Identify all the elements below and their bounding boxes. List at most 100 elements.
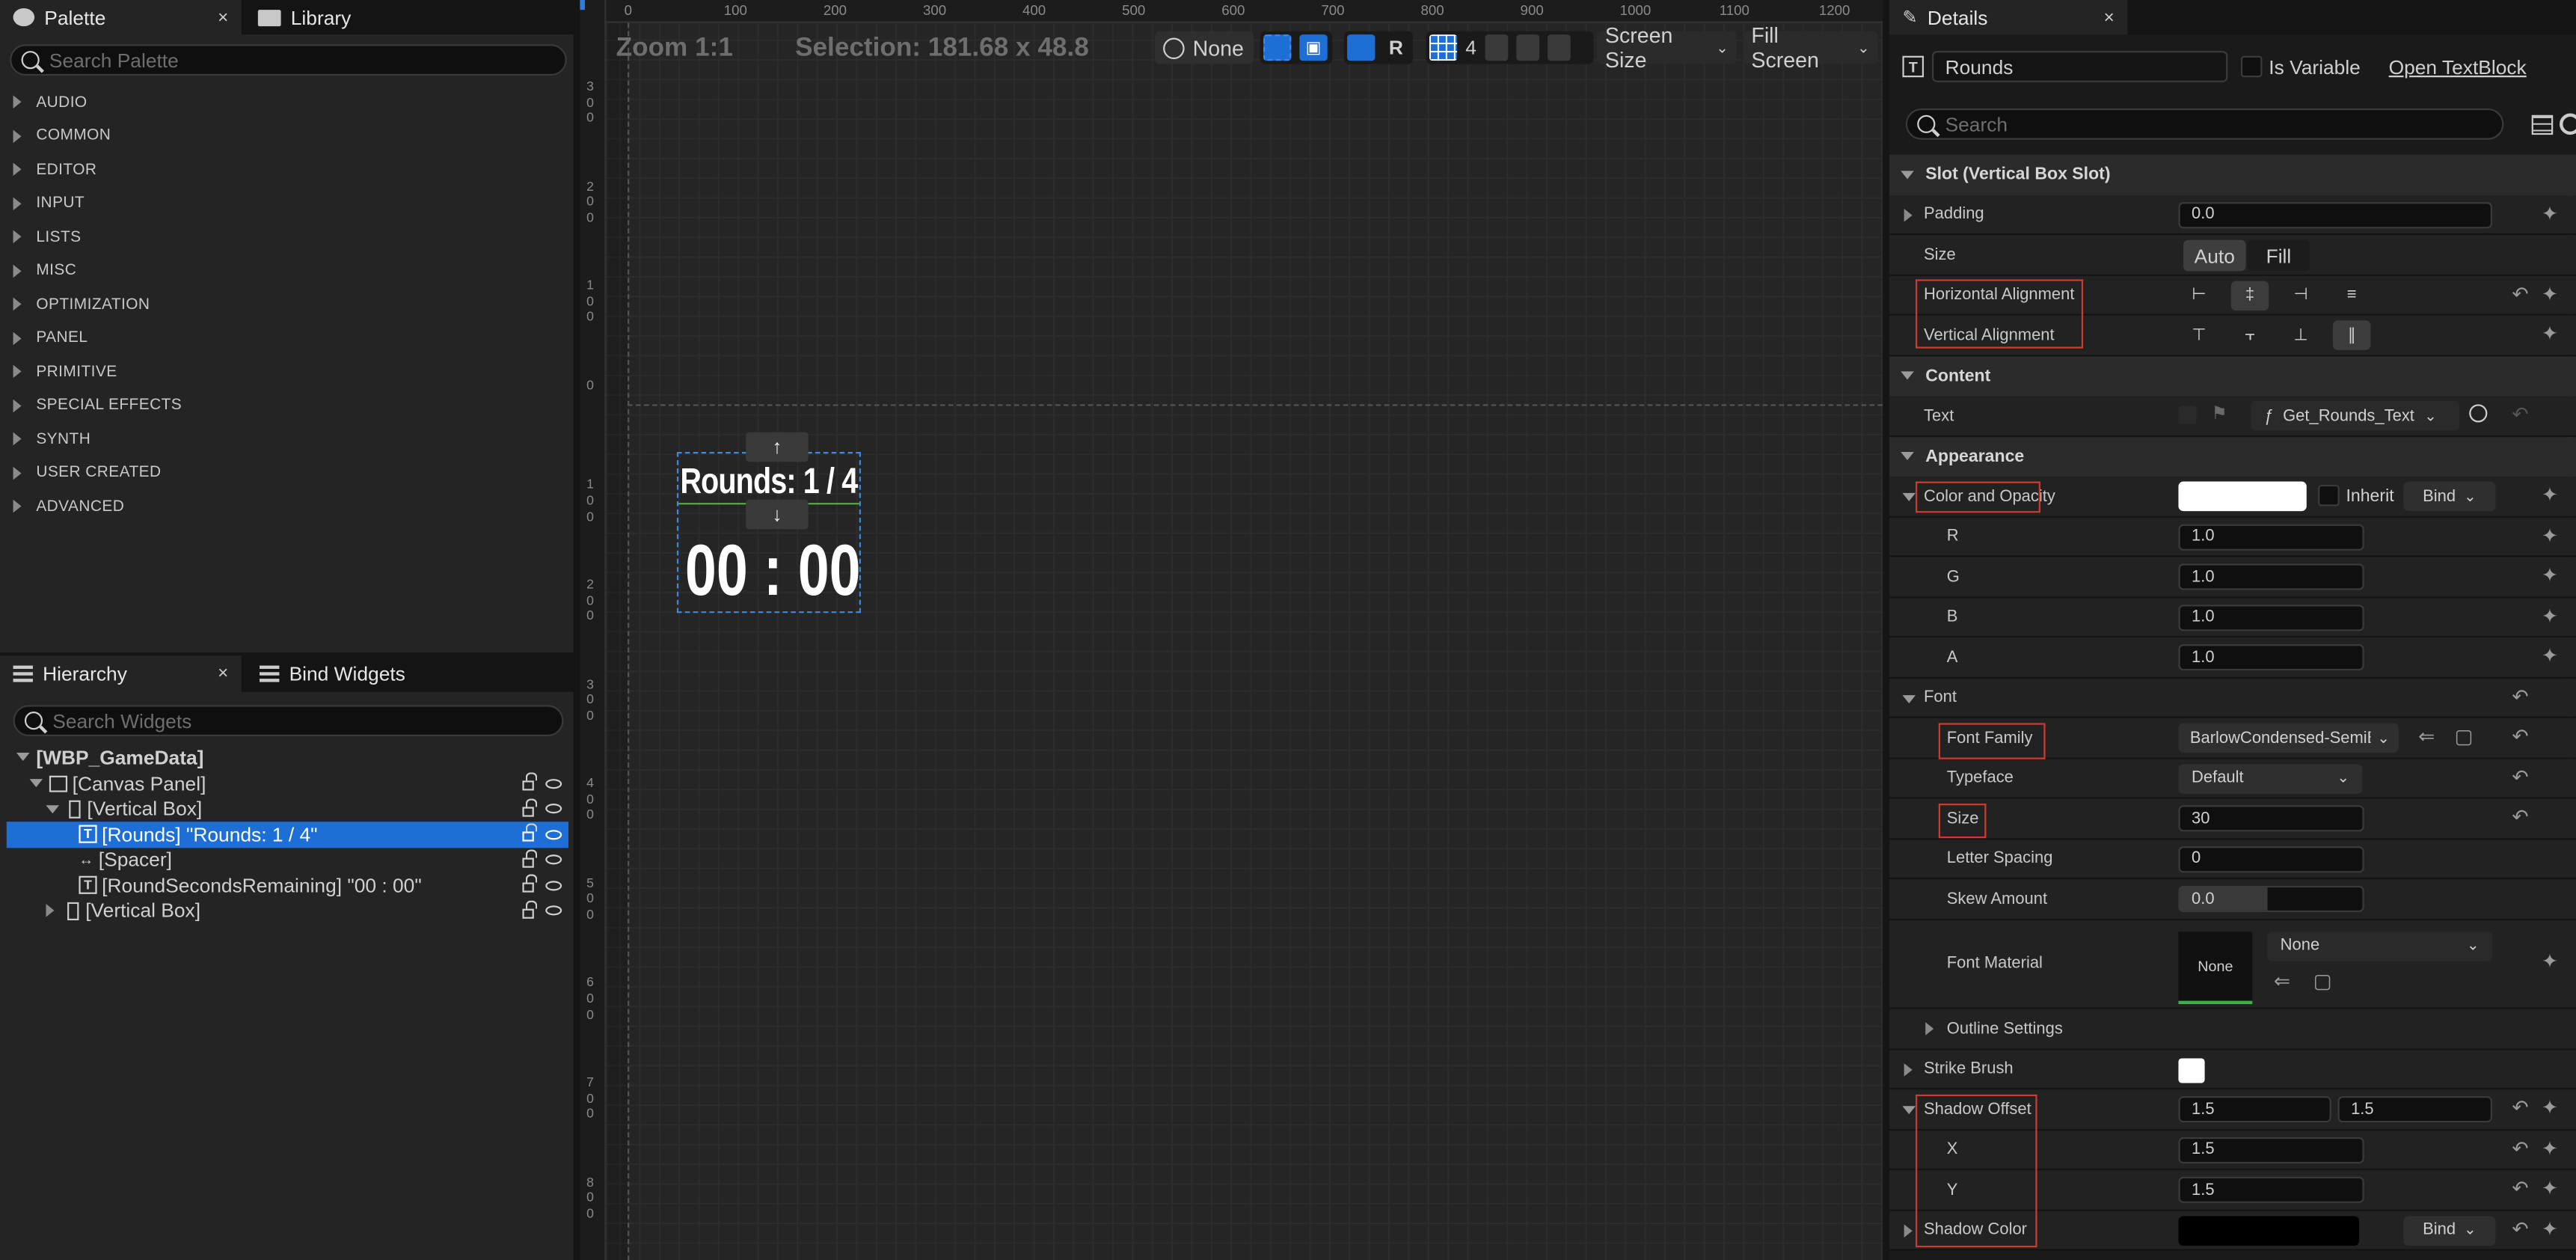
bind-icon[interactable]: ✦ [2542, 1177, 2558, 1200]
shadow-x-field[interactable]: 1.5 [2178, 1136, 2364, 1163]
font-family-dropdown[interactable]: BarlowCondensed-SemiB ⌄ [2178, 723, 2399, 753]
align-left-icon[interactable]: ⊢ [2180, 280, 2218, 310]
section-appearance[interactable]: Appearance [1889, 436, 2576, 477]
browse-folder-icon[interactable]: ▢ [2313, 969, 2332, 992]
dashed-box-icon[interactable] [1263, 34, 1292, 61]
eye-icon[interactable] [545, 829, 562, 840]
palette-search-input[interactable] [49, 48, 565, 72]
eye-icon[interactable] [545, 854, 562, 865]
text-binding-dropdown[interactable]: ƒ Get_Rounds_Text ⌄ [2251, 400, 2460, 431]
details-search[interactable] [1905, 108, 2504, 140]
inherit-checkbox[interactable] [2318, 484, 2340, 507]
lock-icon[interactable] [522, 874, 538, 893]
r-toggle[interactable]: R [1382, 36, 1409, 59]
font-material-dropdown[interactable]: None ⌄ [2267, 931, 2492, 961]
timer-text-preview[interactable]: 00 : 00 [685, 532, 861, 611]
palette-category[interactable]: LISTS [0, 220, 571, 253]
localization-preview-button[interactable]: None [1155, 31, 1254, 64]
valign-fill-icon[interactable]: ∥ [2332, 320, 2371, 350]
bind-icon[interactable]: ✦ [2542, 322, 2558, 346]
expand-arrow-icon[interactable] [29, 779, 43, 788]
screen-size-dropdown[interactable]: Screen Size ⌄ [1596, 23, 1737, 73]
reset-arrow-icon[interactable]: ↶ [2512, 403, 2528, 426]
use-asset-icon[interactable]: ⇐ [2418, 725, 2435, 748]
details-search-input[interactable] [1945, 112, 2503, 136]
eye-icon[interactable] [545, 880, 562, 890]
table-view-icon[interactable] [2531, 114, 2554, 135]
color-swatch[interactable] [2178, 481, 2307, 512]
r-field[interactable]: 1.0 [2178, 523, 2364, 550]
bind-icon[interactable]: ✦ [2542, 563, 2558, 587]
valign-top-icon[interactable]: ⊤ [2180, 320, 2218, 350]
expand-arrow-icon[interactable] [16, 753, 30, 762]
tab-palette[interactable]: Palette × [0, 0, 242, 35]
reset-arrow-icon[interactable]: ↶ [2512, 725, 2528, 748]
tree-item-vertical-box[interactable]: [Vertical Box] [7, 796, 568, 822]
palette-category[interactable]: USER CREATED [0, 456, 571, 489]
triangle-icon[interactable] [1547, 34, 1571, 61]
lock-icon[interactable] [522, 899, 538, 918]
palette-category[interactable]: SYNTH [0, 422, 571, 455]
lock-icon[interactable] [522, 798, 538, 816]
widget-name-field[interactable]: Rounds [1932, 51, 2228, 82]
reset-arrow-icon[interactable]: ↶ [2512, 1096, 2528, 1119]
grid-snap-button[interactable]: 4 [1426, 31, 1594, 64]
align-fill-icon[interactable]: ≡ [2333, 280, 2371, 310]
reset-arrow-icon[interactable]: ↶ [2512, 1177, 2528, 1200]
valign-bottom-icon[interactable]: ⊥ [2282, 320, 2320, 350]
size-auto-button[interactable]: Auto [2183, 239, 2246, 272]
close-icon[interactable]: × [218, 664, 228, 683]
close-icon[interactable]: × [2104, 7, 2115, 27]
tree-item-rounds[interactable]: T [Rounds] "Rounds: 1 / 4" [6, 822, 568, 848]
tab-details[interactable]: ✎ Details × [1889, 0, 2128, 35]
bind-icon[interactable]: ✦ [2542, 949, 2558, 972]
tab-library[interactable]: Library [245, 0, 573, 34]
hierarchy-search-input[interactable] [52, 709, 562, 733]
expand-arrow-icon[interactable] [1904, 207, 1913, 221]
font-material-thumbnail[interactable]: None [2178, 931, 2253, 1003]
shadow-y-field[interactable]: 1.5 [2178, 1176, 2364, 1203]
size-fill-button[interactable]: Fill [2247, 239, 2310, 272]
eye-icon[interactable] [545, 778, 562, 789]
designer-viewport[interactable]: 0 100 200 300 400 500 600 700 800 900 1000 1100 1200… [580, 0, 1883, 1260]
expand-arrow-icon[interactable] [1904, 1223, 1913, 1237]
bind-icon[interactable]: ✦ [2542, 1096, 2558, 1119]
lock-icon[interactable]: ▣ [1299, 34, 1328, 61]
typeface-dropdown[interactable]: Default ⌄ [2178, 763, 2363, 793]
browse-folder-icon[interactable]: ▢ [2454, 725, 2473, 748]
tab-hierarchy[interactable]: Hierarchy × [0, 655, 242, 692]
palette-category[interactable]: COMMON [0, 119, 571, 152]
valign-center-icon[interactable]: ⫟ [2231, 320, 2269, 350]
palette-category[interactable]: MISC [0, 254, 571, 287]
bind-icon[interactable]: ✦ [2542, 524, 2558, 547]
skew-slider[interactable]: 0.0 [2178, 885, 2364, 913]
reset-arrow-icon[interactable]: ✦ [2542, 201, 2558, 224]
image-icon[interactable] [1515, 34, 1539, 61]
lock-icon[interactable] [522, 772, 538, 791]
font-size-field[interactable]: 30 [2178, 805, 2364, 832]
settings-gear-icon[interactable] [2560, 113, 2576, 135]
bind-icon[interactable]: ✦ [2542, 483, 2558, 507]
is-variable-checkbox[interactable] [2240, 55, 2263, 78]
palette-category[interactable]: OPTIMIZATION [0, 287, 571, 320]
snap-icon[interactable] [1347, 34, 1375, 61]
reset-arrow-icon[interactable]: ↶ [2512, 765, 2528, 788]
cursor-icon[interactable] [1484, 34, 1508, 61]
eye-hidden-icon[interactable] [545, 905, 562, 916]
tree-item-spacer[interactable]: ↔ [Spacer] [7, 847, 568, 872]
reset-arrow-icon[interactable]: ↶ [2512, 805, 2528, 828]
collapse-arrow-icon[interactable] [1902, 1106, 1916, 1115]
close-icon[interactable]: × [218, 7, 228, 27]
shadow-offset-x-field[interactable]: 1.5 [2178, 1096, 2331, 1123]
reset-arrow-icon[interactable]: ↶ [2512, 1217, 2528, 1240]
palette-category[interactable]: ADVANCED [0, 490, 571, 523]
layout-mode-toggle[interactable]: ▣ [1260, 31, 1333, 64]
grid-size-value[interactable]: 4 [1465, 36, 1476, 59]
hierarchy-search[interactable] [13, 705, 564, 737]
reset-arrow-icon[interactable]: ↶ [2512, 1137, 2528, 1160]
bind-icon[interactable]: ✦ [2542, 604, 2558, 627]
rounds-text-preview[interactable]: Rounds: 1 / 4 [680, 460, 858, 503]
lock-icon[interactable] [522, 848, 538, 867]
bind-icon[interactable]: ✦ [2542, 644, 2558, 667]
strike-brush-swatch[interactable] [2178, 1057, 2205, 1083]
